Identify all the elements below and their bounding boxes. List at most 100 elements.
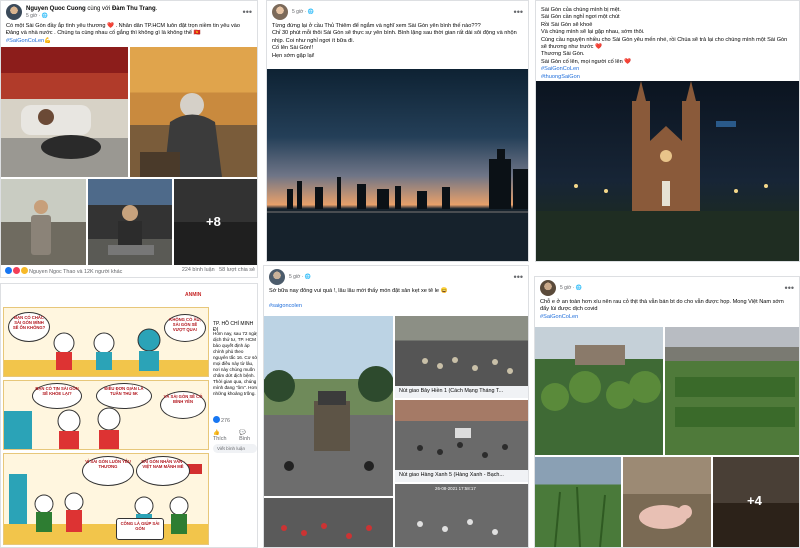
globe-icon: 🌐 [307, 9, 315, 15]
globe-icon: 🌐 [575, 285, 583, 291]
more-photos-count[interactable]: +4 [747, 493, 762, 508]
hashtag-link[interactable]: #saigoncolen [269, 303, 302, 309]
photo-traffic-2[interactable] [395, 316, 528, 386]
post-line: Rồi Sài Gòn sẽ khoẻ [541, 21, 593, 28]
post-card-4: ANMIN TP. HỒ CHÍ MINH ĐI Hôm nay, sau 72… [0, 283, 258, 548]
comic-panel-1[interactable]: BẠN CÓ CHẮC SÀI GÒN MÌNH SẼ ỔN KHÔNG? KH… [3, 307, 209, 377]
traffic-scene [264, 366, 393, 471]
photo-sunset-skyline[interactable] [267, 69, 528, 261]
speech-bubble: VÀ SÀI GÒN SẼ CÓ BÌNH YÊN [160, 391, 206, 419]
more-options-icon[interactable]: ••• [243, 8, 252, 17]
photo-1[interactable] [1, 47, 128, 177]
post-card-3: Sài Gòn của chúng mình bị mệt. Sài Gòn c… [535, 0, 800, 262]
logo-text: ANMIN [185, 292, 202, 298]
speech-bubble: BẠN CÓ CHẮC SÀI GÒN MÌNH SẼ ỔN KHÔNG? [8, 312, 50, 342]
cathedral-graphic [536, 81, 799, 261]
photo-caption[interactable]: Nút giao Hàng Xanh 5 (Hàng Xanh - Bạch..… [395, 470, 528, 482]
post-header: 5 giờ · 🌐 ••• [535, 277, 799, 299]
photo-traffic-5[interactable]: 26-08-2021 17:58:17 [395, 484, 528, 547]
pig-scene [639, 505, 692, 529]
more-options-icon[interactable]: ••• [785, 284, 794, 293]
photo-traffic-1[interactable] [264, 316, 393, 496]
post-line: Và chúng mình sẽ lại gặp nhau, sớm thôi. [541, 29, 645, 36]
garden-scene [554, 486, 606, 547]
garden-scene [541, 345, 661, 411]
photo-caption[interactable]: Nút giao Bảy Hiền 1 (Cách Mạng Tháng T..… [395, 386, 528, 398]
traffic-scene [422, 357, 513, 374]
post-time: 5 giờ · 🌐 [292, 9, 315, 15]
avatar[interactable] [540, 280, 556, 296]
post-line: Thương Sài Gòn. [541, 51, 585, 58]
post-header: 5 giờ · 🌐 ••• [264, 266, 528, 288]
photo-garden-2[interactable] [665, 327, 799, 455]
photo-figure [21, 105, 101, 159]
like-count[interactable]: 276 [213, 416, 230, 424]
post-card-6: 5 giờ · 🌐 ••• Chỗ e ở an toàn hơn xíu nê… [534, 276, 800, 548]
post-header: Nguyen Quoc Cuong cùng với Đàm Thu Trang… [1, 1, 257, 23]
page-logo[interactable]: ANMIN [183, 287, 209, 303]
post-line: Cùng cầu nguyện nhiều cho Sài Gòn yêu mế… [541, 36, 788, 51]
post-line: Sài Gòn cố lên, mọi người cố lên ❤️ [541, 58, 632, 65]
photo-figure [140, 93, 222, 177]
avatar[interactable] [6, 4, 22, 20]
post-stats: Nguyen Ngoc Thao và 12K người khác 224 b… [5, 267, 255, 275]
photo-traffic-3[interactable] [395, 400, 528, 470]
avatar[interactable] [272, 4, 288, 20]
traffic-scene [281, 523, 372, 539]
post-text: Có một Sài Gòn đầy ắp tình yêu thương ❤️… [6, 23, 241, 44]
post-author: 5 giờ · 🌐 [289, 274, 510, 280]
comment-input[interactable]: Viết bình luận [213, 444, 257, 453]
photo-2[interactable] [130, 47, 257, 177]
post-line: Sài Gòn cần nghỉ ngơi một chút [541, 14, 620, 21]
post-text: Hôm nay, sau 72 ngày dịch thứ tư, TP. HC… [213, 331, 258, 396]
with-text: cùng với [87, 6, 111, 12]
like-button[interactable]: 👍 Thích [213, 430, 233, 442]
like-reaction-icon [213, 416, 220, 423]
love-reaction-icon [13, 267, 20, 274]
more-options-icon[interactable]: ••• [514, 273, 523, 282]
author-name[interactable]: Nguyen Quoc Cuong [26, 6, 86, 12]
speech-bubble: VÌ SÀI GÒN LUÔN YÊU THƯƠNG [82, 456, 134, 486]
speech-bubble: KHÔNG CÓ ÂU, SÀI GÒN SẼ VƯỢT QUA! [164, 314, 206, 342]
hashtag-link[interactable]: #SaiGonCoLen [540, 314, 578, 320]
hashtag-link[interactable]: #SaiGonCoLen💪 [6, 38, 51, 44]
traffic-scene [417, 428, 508, 458]
globe-icon: 🌐 [304, 274, 312, 280]
care-reaction-icon [21, 267, 28, 274]
like-reaction-icon [5, 267, 12, 274]
photo-more[interactable]: +4 [713, 457, 799, 547]
post-time: 5 giờ · 🌐 [289, 274, 312, 280]
comic-panel-3[interactable]: VÌ SÀI GÒN LUÔN YÊU THƯƠNG SÀI GÒN NHÂN … [3, 453, 209, 545]
comment-button[interactable]: 💬 Bình [239, 430, 257, 442]
speech-bubble: ĐIỀU ĐƠN GIẢN LÀ TUÂN THỦ 5K [96, 383, 152, 409]
speech-bubble: BẠN CÓ TIN SÀI GÒN SẼ KHỎE LẠI? [32, 383, 82, 409]
comment-count[interactable]: 224 bình luận [182, 267, 215, 273]
hashtag-link[interactable]: #thuongSaiGon [541, 74, 794, 81]
photo-figure [31, 200, 51, 255]
post-time: 5 giờ · 🌐 [560, 285, 583, 291]
avatar[interactable] [269, 269, 285, 285]
comic-panel-2[interactable]: BẠN CÓ TIN SÀI GÒN SẼ KHỎE LẠI? ĐIỀU ĐƠN… [3, 380, 209, 450]
photo-cathedral[interactable] [536, 81, 799, 261]
photo-5-more[interactable]: +8 [174, 179, 257, 265]
hashtag-link[interactable]: #SaiGonCoLen [541, 66, 794, 73]
photo-4[interactable] [88, 179, 172, 265]
post-text: Sài Gòn của chúng mình bị mệt. Sài Gòn c… [536, 7, 799, 81]
photo-figure [108, 205, 154, 255]
post-author: 5 giờ · 🌐 [560, 285, 781, 291]
more-options-icon[interactable]: ••• [514, 8, 523, 17]
share-count[interactable]: 58 lượt chia sẻ [219, 267, 255, 273]
photo-3[interactable] [1, 179, 86, 265]
photo-garden-3[interactable] [535, 457, 621, 547]
tagged-name[interactable]: Đàm Thu Trang [112, 6, 156, 12]
post-text: Từng đứng lại ở cầu Thủ Thiêm để ngắm và… [272, 23, 517, 59]
photo-pigs[interactable] [623, 457, 711, 547]
post-time: 5 giờ · 🌐 [26, 13, 49, 19]
photo-garden-1[interactable] [535, 327, 663, 455]
photo-traffic-4[interactable] [264, 498, 393, 547]
globe-icon: 🌐 [41, 13, 49, 19]
traffic-scene [417, 519, 498, 535]
reactions-summary[interactable]: Nguyen Ngoc Thao và 12K người khác [5, 267, 122, 275]
post-card-1: Nguyen Quoc Cuong cùng với Đàm Thu Trang… [0, 0, 258, 278]
more-photos-count[interactable]: +8 [206, 214, 221, 229]
